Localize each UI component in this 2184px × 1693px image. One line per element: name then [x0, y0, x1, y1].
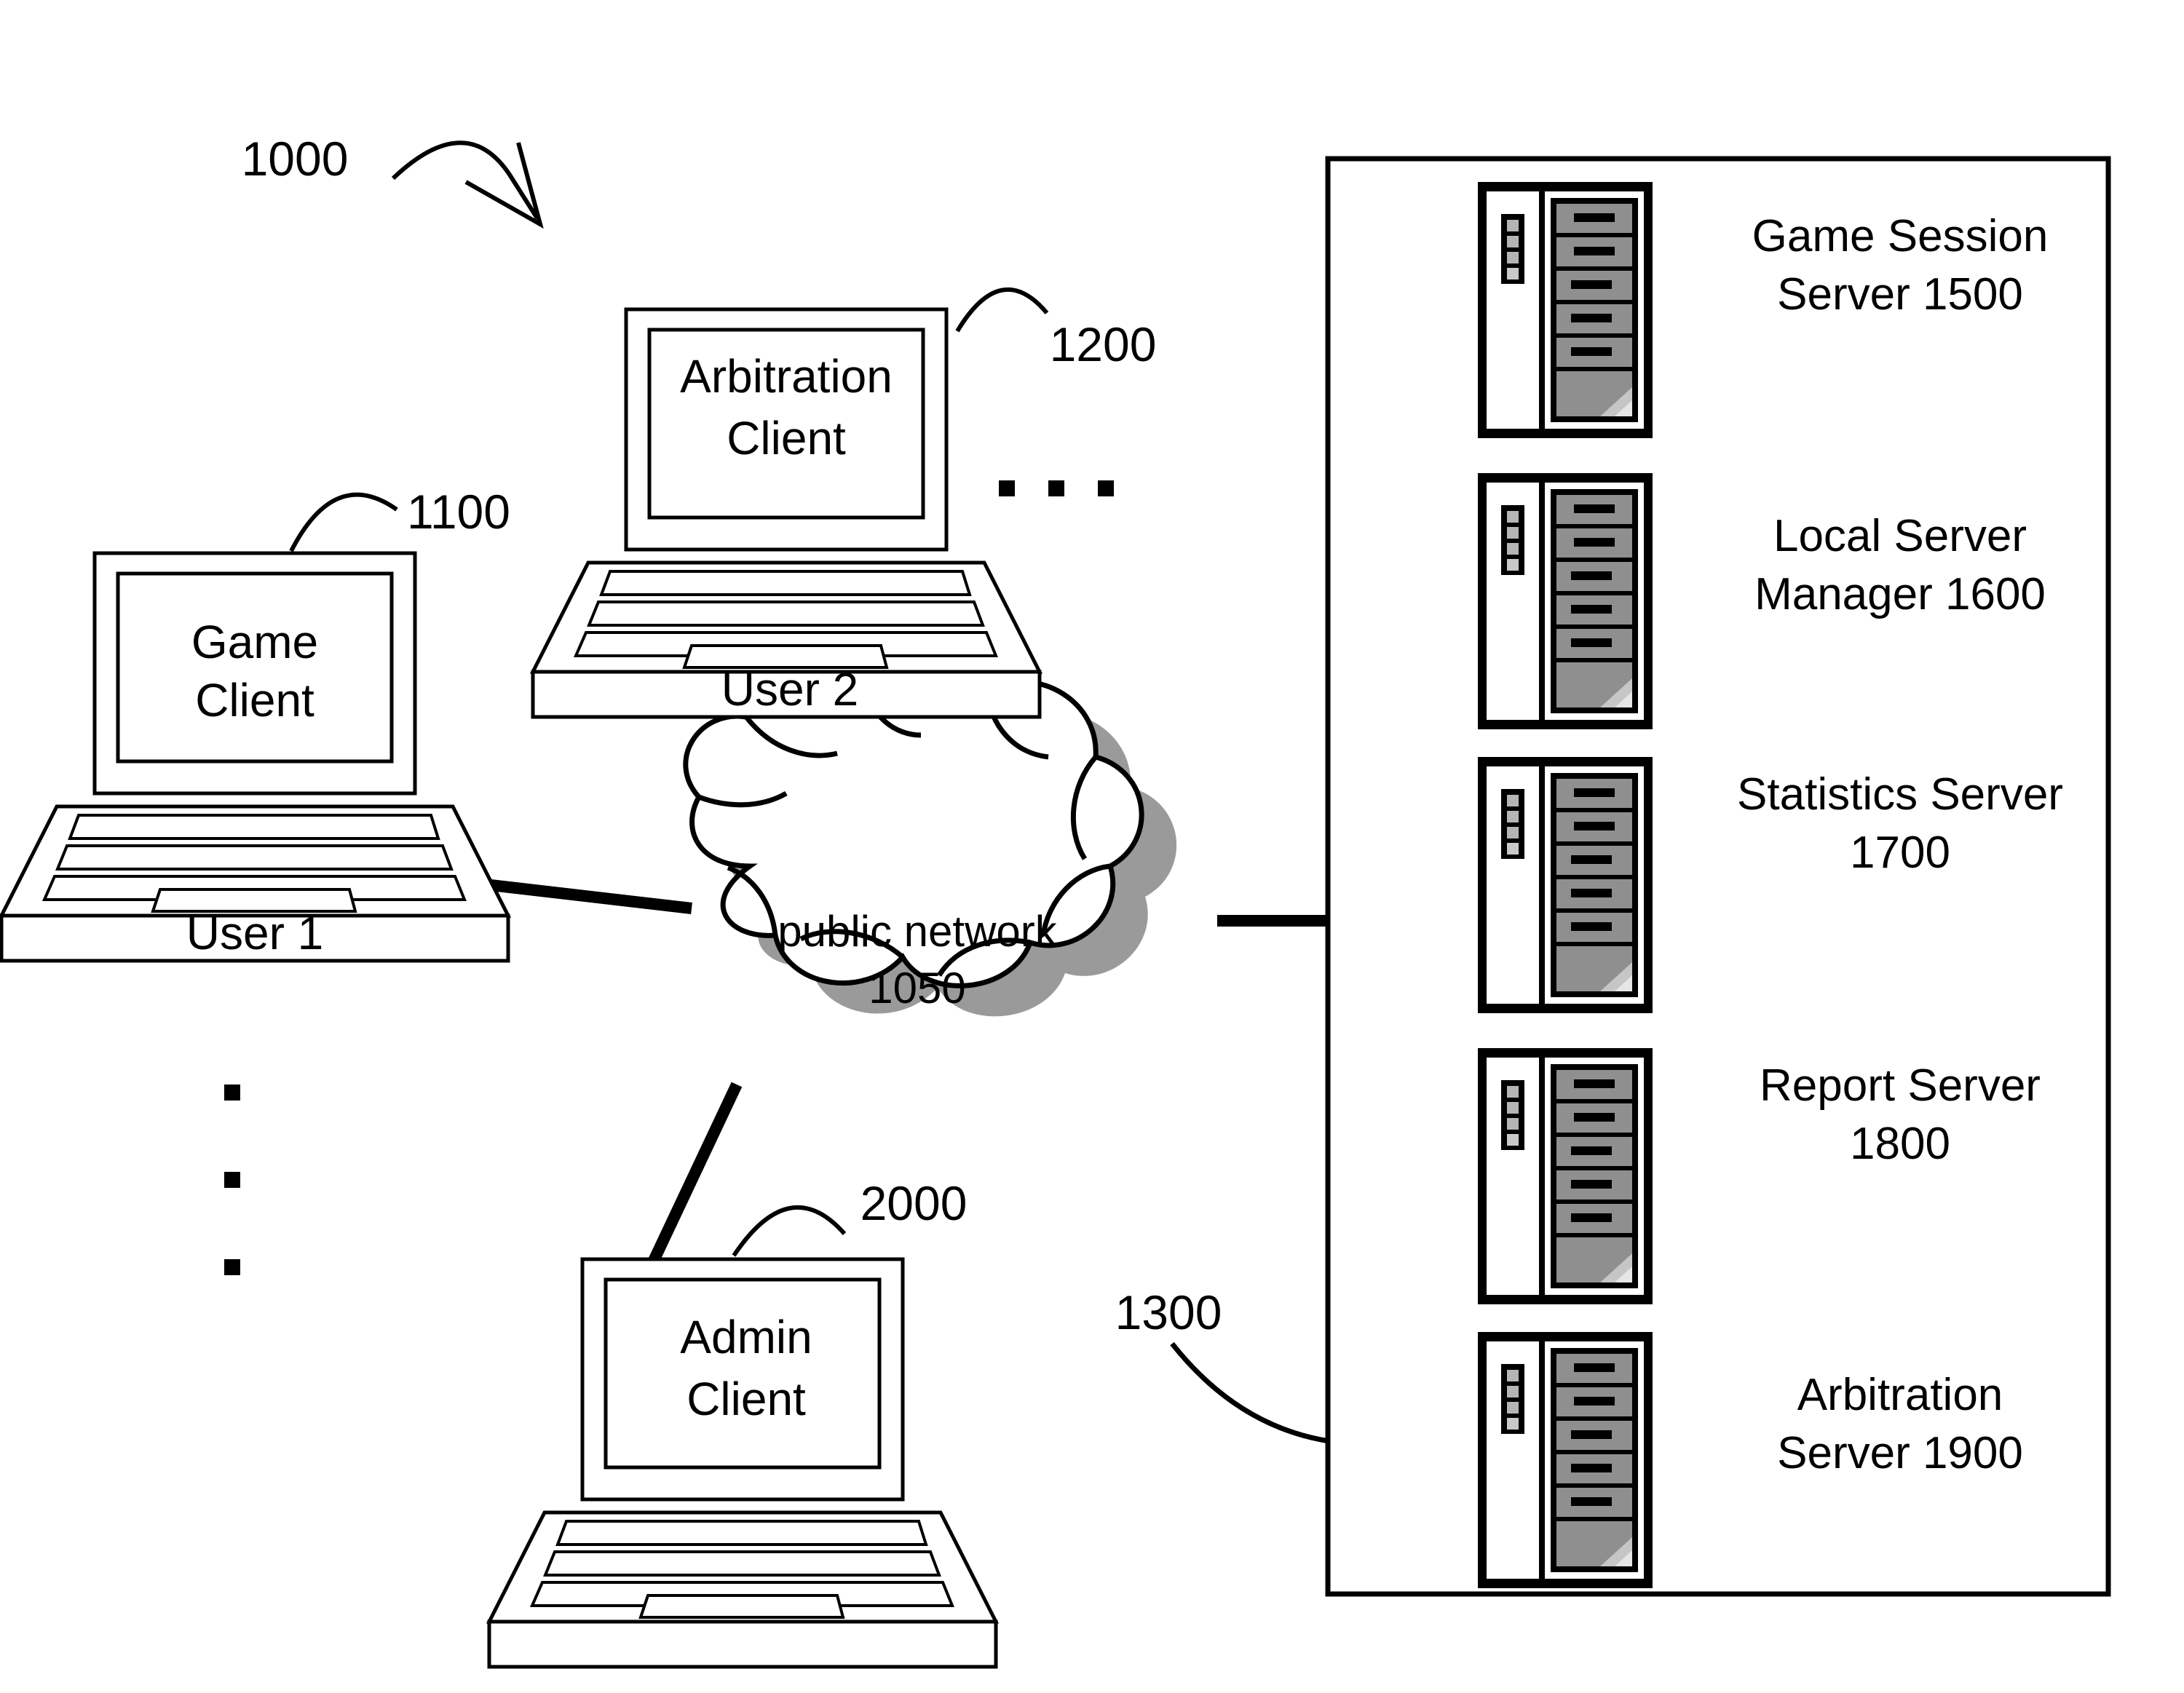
server-label-local-server-manager-line1: Local Server	[1773, 511, 2027, 561]
arbitration-client-screen-line2: Client	[727, 412, 846, 464]
public-network-name: public network	[778, 907, 1057, 956]
more-clients-ellipsis	[999, 480, 1114, 496]
figure-ref-leader-arrow	[391, 140, 544, 229]
server-rack-arbitration	[1478, 1332, 1653, 1588]
game-client-screen-line1: Game	[191, 616, 319, 668]
server-rack-report	[1478, 1048, 1653, 1304]
server-rack-statistics	[1478, 757, 1653, 1013]
admin-client-reference-numeral: 2000	[860, 1176, 968, 1230]
server-label-statistics-line2: 1700	[1850, 828, 1950, 878]
server-group-reference-numeral: 1300	[1115, 1285, 1222, 1339]
admin-client-screen-line2: Client	[687, 1373, 806, 1425]
patent-figure-network-diagram: 1000 Game Client 1100 User 1 Arbitration…	[0, 0, 2184, 1693]
game-client-laptop	[1, 553, 508, 961]
server-group-ref-leader	[1170, 1341, 1330, 1444]
server-label-statistics-line1: Statistics Server	[1737, 769, 2063, 820]
arbitration-client-screen-line1: Arbitration	[680, 350, 893, 403]
server-label-game-session-line1: Game Session	[1752, 211, 2049, 261]
more-users-ellipsis	[224, 1085, 240, 1275]
server-rack-game-session	[1478, 182, 1653, 438]
server-label-arbitration-line1: Arbitration	[1797, 1370, 2003, 1420]
server-label-game-session-line2: Server 1500	[1777, 269, 2023, 320]
admin-client-screen-line1: Admin	[680, 1311, 812, 1363]
link-game-client-to-network	[471, 877, 692, 914]
arbitration-client-user-label: User 2	[721, 663, 859, 715]
public-network-reference-numeral: 1050	[869, 964, 966, 1012]
game-client-user-label: User 1	[186, 907, 324, 959]
admin-client-ref-leader	[732, 1205, 847, 1257]
server-label-report-line1: Report Server	[1760, 1060, 2041, 1111]
game-client-reference-numeral: 1100	[407, 485, 510, 539]
arbitration-client-reference-numeral: 1200	[1049, 317, 1157, 371]
server-rack-local-server-manager	[1478, 473, 1653, 729]
game-client-screen-line2: Client	[195, 674, 314, 726]
server-label-local-server-manager-line2: Manager 1600	[1754, 569, 2046, 619]
figure-reference-numeral: 1000	[241, 132, 349, 186]
server-label-report-line2: 1800	[1850, 1119, 1950, 1169]
server-label-arbitration-line2: Server 1900	[1777, 1428, 2023, 1478]
